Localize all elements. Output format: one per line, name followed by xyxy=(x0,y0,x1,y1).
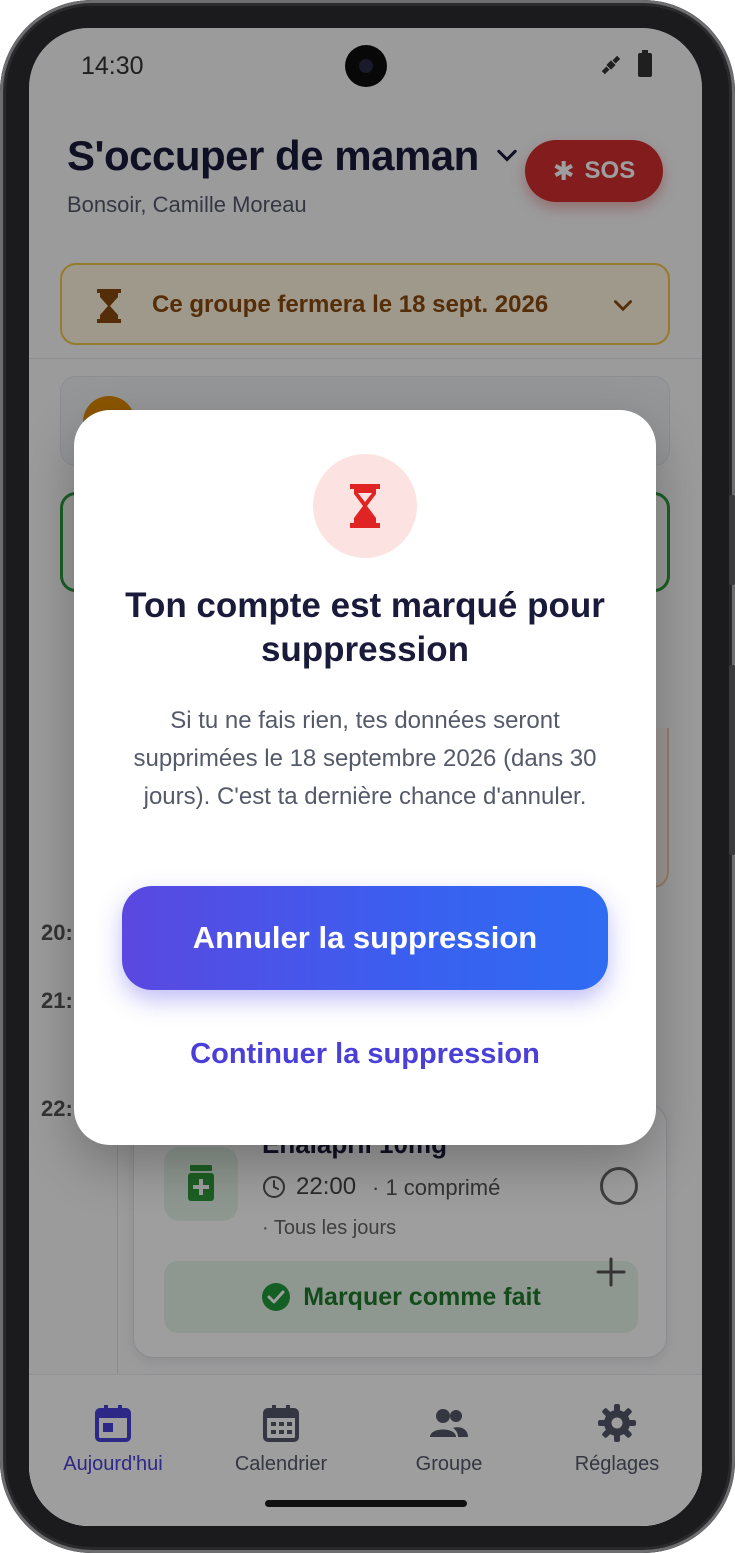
hourglass-icon xyxy=(350,484,380,528)
power-button xyxy=(729,665,735,855)
cancel-deletion-button[interactable]: Annuler la suppression xyxy=(122,886,608,990)
dialog-icon-circle xyxy=(313,454,417,558)
volume-button xyxy=(729,495,735,585)
dialog-body: Si tu ne fais rien, tes données seront s… xyxy=(133,707,597,810)
screen: 14:30 S'occuper de maman Bonsoir, Camill… xyxy=(29,28,702,1526)
deletion-dialog: Ton compte est marqué pour suppression S… xyxy=(74,410,656,1145)
dialog-title: Ton compte est marqué pour suppression xyxy=(125,586,605,669)
continue-deletion-button[interactable]: Continuer la suppression xyxy=(122,1038,608,1071)
